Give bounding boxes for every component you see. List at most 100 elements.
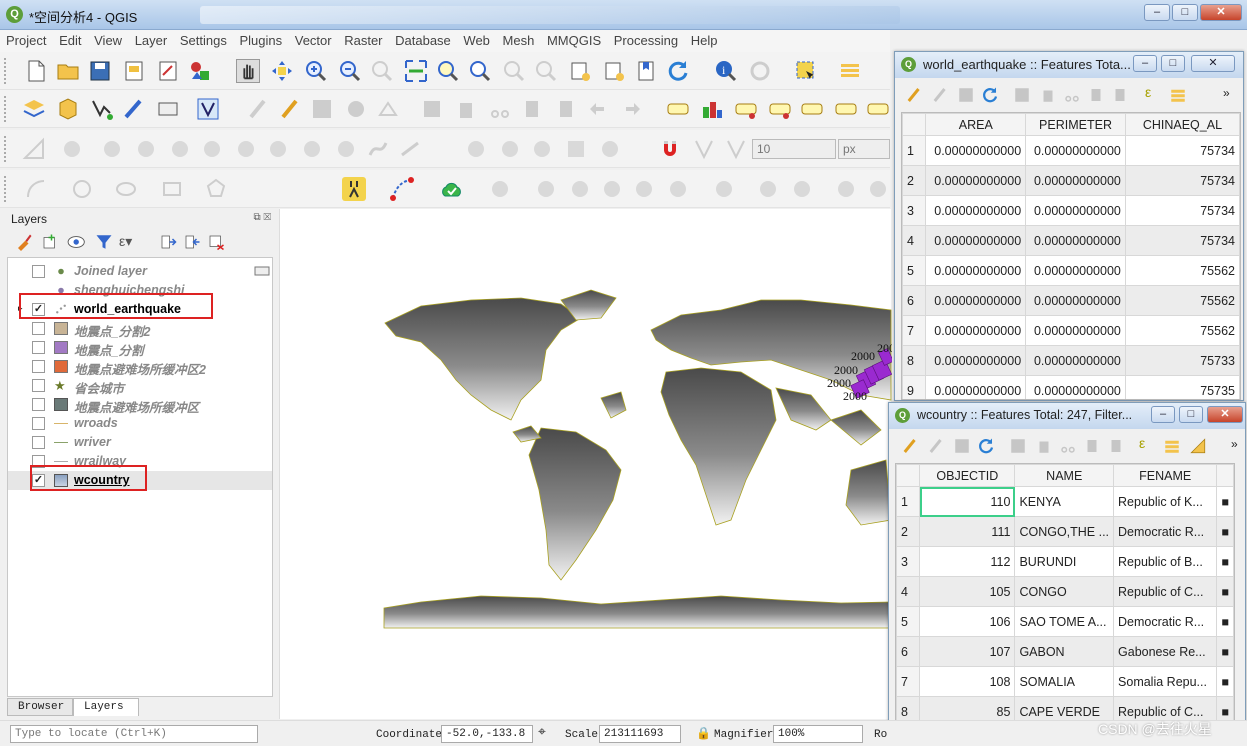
layout-manager-icon[interactable] — [156, 59, 180, 83]
add-circular-string-icon[interactable] — [24, 177, 48, 201]
table-row[interactable]: 4 105 CONGO Republic of C... ■ — [896, 576, 1234, 607]
cell-perimeter[interactable]: 0.00000000000 — [1025, 195, 1126, 226]
cell-objectid[interactable]: 106 — [919, 606, 1016, 637]
paste-icon[interactable] — [1111, 86, 1129, 104]
menu-plugins[interactable]: Plugins — [239, 30, 282, 48]
menu-vector[interactable]: Vector — [295, 30, 332, 48]
tab-layers[interactable]: Layers — [73, 698, 139, 716]
dissolve-tool-icon[interactable] — [834, 177, 858, 201]
table-row[interactable]: 1 110 KENYA Republic of K... ■ — [896, 486, 1234, 517]
menu-help[interactable]: Help — [691, 30, 718, 48]
toolbar-grip[interactable] — [4, 176, 8, 202]
label-tool-icon[interactable] — [666, 97, 690, 121]
pin-labels-icon[interactable] — [734, 97, 758, 121]
maximize-button[interactable]: □ — [1172, 4, 1198, 21]
add-ellipse-icon[interactable] — [114, 177, 138, 201]
toolbar-grip[interactable] — [4, 58, 8, 84]
table-row[interactable]: 3 112 BURUNDI Republic of B... ■ — [896, 546, 1234, 577]
cell-objectid[interactable]: 110 — [919, 486, 1016, 517]
style-manager-icon[interactable] — [188, 59, 212, 83]
cell-extra[interactable]: ■ — [1216, 666, 1234, 697]
add-feature-icon[interactable] — [1013, 86, 1031, 104]
select-features-icon[interactable] — [794, 59, 818, 83]
new-scratch-layer-icon[interactable] — [122, 97, 146, 121]
cell-fename[interactable]: Republic of C... — [1113, 576, 1218, 607]
redo-icon[interactable] — [620, 97, 644, 121]
table-row[interactable]: 1 0.00000000000 0.00000000000 75734 — [902, 135, 1240, 166]
save-project-icon[interactable] — [88, 59, 112, 83]
column-header-extra[interactable] — [1216, 464, 1234, 487]
cad-tools-icon[interactable] — [22, 137, 46, 161]
menu-database[interactable]: Database — [395, 30, 451, 48]
row-number[interactable]: 3 — [896, 546, 921, 577]
union-tool-icon[interactable] — [790, 177, 814, 201]
zoom-native-icon[interactable] — [370, 59, 394, 83]
map-canvas[interactable]: 2000 2000 2000 2000 2000 — [279, 209, 901, 719]
table-row[interactable]: 2 111 CONGO,THE ... Democratic R... ■ — [896, 516, 1234, 547]
cell-fename[interactable]: Republic of B... — [1113, 546, 1218, 577]
add-feature-icon[interactable] — [344, 97, 368, 121]
toggle-extents-icon[interactable]: ⌖ — [538, 725, 546, 741]
attribute-table-icon[interactable] — [838, 59, 862, 83]
layer-visibility-checkbox[interactable] — [32, 398, 45, 411]
cell-perimeter[interactable]: 0.00000000000 — [1025, 285, 1126, 316]
paste-icon[interactable] — [1107, 437, 1125, 455]
add-part-icon[interactable] — [200, 137, 224, 161]
cell-extra[interactable]: ■ — [1216, 516, 1234, 547]
layer-visibility-checkbox[interactable] — [32, 265, 45, 278]
delete-feature-icon[interactable] — [1035, 437, 1053, 455]
cell-objectid[interactable]: 111 — [919, 516, 1016, 547]
merge-features-icon[interactable] — [530, 137, 554, 161]
toolbar-grip[interactable] — [4, 136, 8, 162]
cell-name[interactable]: BURUNDI — [1014, 546, 1115, 577]
layer-item[interactable]: shenghuichengshi — [8, 281, 272, 300]
table-row[interactable]: 8 0.00000000000 0.00000000000 75733 — [902, 345, 1240, 376]
cell-chinaeq[interactable]: 75734 — [1124, 165, 1240, 196]
modify-attributes-icon[interactable] — [420, 97, 444, 121]
pan-map-icon[interactable] — [236, 59, 260, 83]
layer-visibility-checkbox[interactable] — [32, 341, 45, 354]
add-rectangle-icon[interactable] — [160, 177, 184, 201]
locator-search-input[interactable]: Type to locate (Ctrl+K) — [10, 725, 258, 743]
menu-settings[interactable]: Settings — [180, 30, 227, 48]
vertex-tool-icon[interactable] — [376, 97, 400, 121]
expand-all-icon[interactable] — [159, 233, 177, 251]
move-label-icon[interactable] — [834, 97, 858, 121]
zoom-out-icon[interactable] — [338, 59, 362, 83]
topology-icon[interactable] — [666, 177, 690, 201]
layer-item[interactable]: ★ 省会城市 — [8, 376, 272, 396]
save-edits-icon[interactable] — [953, 437, 971, 455]
add-regular-polygon-icon[interactable] — [204, 177, 228, 201]
minimize-button[interactable]: – — [1144, 4, 1170, 21]
close-button[interactable]: ✕ — [1207, 406, 1243, 423]
select-by-expression-icon[interactable]: ε — [1145, 84, 1151, 100]
column-header[interactable]: NAME — [1014, 464, 1115, 487]
layer-visibility-checkbox[interactable] — [32, 455, 45, 468]
layer-item[interactable]: Joined layer — [8, 262, 272, 281]
lock-scale-icon[interactable]: 🔒 — [696, 726, 711, 741]
undo-icon[interactable] — [586, 97, 610, 121]
split-parts-icon[interactable] — [498, 137, 522, 161]
cut-features-icon[interactable] — [488, 97, 512, 121]
open-project-icon[interactable] — [56, 59, 80, 83]
copy-features-icon[interactable] — [520, 97, 544, 121]
scale-combobox[interactable]: 213111693 — [599, 725, 681, 743]
minimize-button[interactable]: – — [1133, 55, 1157, 72]
filter-by-expression-icon[interactable]: ε▾ — [119, 233, 132, 250]
new-geopackage-layer-icon[interactable] — [56, 97, 80, 121]
highlight-pinned-labels-icon[interactable] — [768, 97, 792, 121]
new-vector-tile-icon[interactable] — [196, 97, 220, 121]
row-number[interactable]: 1 — [902, 135, 927, 166]
data-source-manager-icon[interactable] — [22, 97, 46, 121]
cell-objectid[interactable]: 108 — [919, 666, 1016, 697]
move-feature-icon[interactable] — [60, 137, 84, 161]
layer-item[interactable]: 地震点避难场所缓冲区 — [8, 395, 272, 415]
collapse-all-icon[interactable] — [183, 233, 201, 251]
layer-item[interactable]: ✓ wcountry — [8, 471, 272, 490]
new-shapefile-layer-icon[interactable] — [90, 97, 114, 121]
column-header[interactable]: PERIMETER — [1025, 113, 1126, 136]
layer-item[interactable]: ▸ ✓ world_earthquake — [8, 300, 272, 319]
table-row[interactable]: 7 0.00000000000 0.00000000000 75562 — [902, 315, 1240, 346]
zoom-to-layer-icon[interactable] — [468, 59, 492, 83]
cell-name[interactable]: CONGO,THE ... — [1014, 516, 1115, 547]
